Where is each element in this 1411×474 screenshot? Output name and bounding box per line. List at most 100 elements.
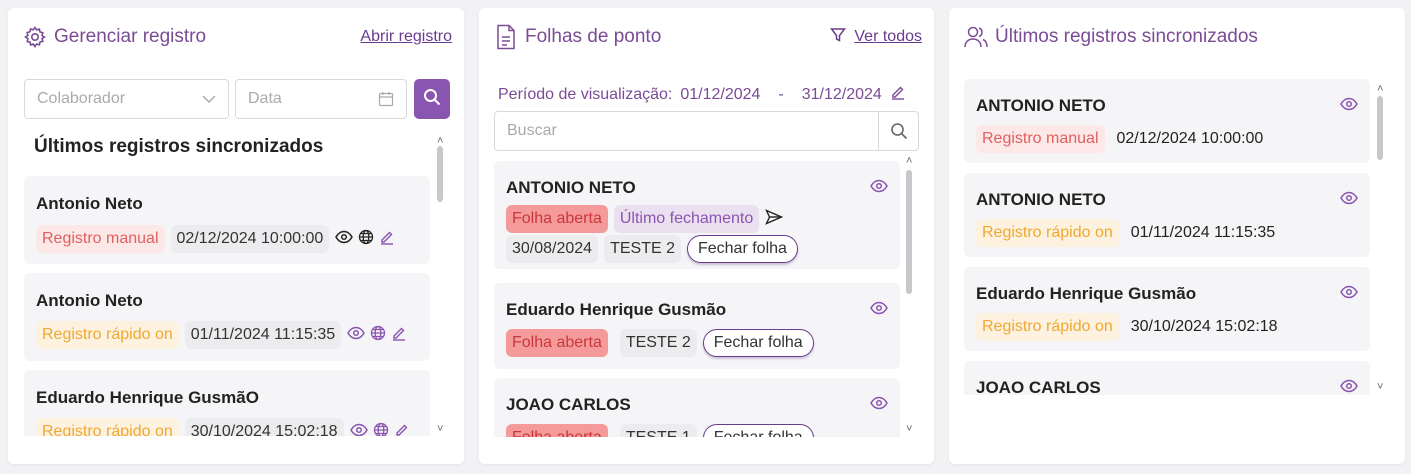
edit-icon[interactable] [391,325,407,346]
synced-records-header: Últimos registros sincronizados [963,22,1393,52]
record-type-badge: Registro rápido on [976,313,1119,341]
scroll-up-arrow[interactable]: ˄ [1377,84,1383,95]
edit-icon[interactable] [394,422,410,436]
list-item[interactable]: Antonio Neto Registro manual 02/12/2024 … [24,176,430,264]
status-badge: Folha aberta [506,329,608,357]
eye-icon[interactable] [1340,379,1358,395]
search-icon [423,88,441,111]
record-name: ANTONIO NETO [976,96,1106,115]
list-item[interactable]: Eduardo Henrique Gusmão Folha aberta TES… [494,283,900,369]
eye-icon[interactable] [870,396,888,415]
colaborador-placeholder: Colaborador [37,90,126,107]
timesheets-header: Folhas de ponto Ver todos [493,22,922,52]
section-title: Últimos registros sincronizados [34,136,324,157]
panel-title: Últimos registros sincronizados [995,26,1258,47]
record-name: ANTONIO NETO [976,190,1106,209]
record-datetime: 01/11/2024 11:15:35 [184,321,342,349]
filter-icon [830,27,847,48]
eye-icon[interactable] [335,230,354,249]
list-item[interactable]: JOAO CARLOS Folha aberta TESTE 1 Fechar … [494,378,900,437]
status-badge: Folha aberta [506,205,608,233]
calendar-icon [378,91,394,107]
eye-icon[interactable] [349,423,368,437]
scroll-up-arrow[interactable]: ˄ [437,136,443,147]
eye-icon[interactable] [870,179,888,198]
chevron-down-icon [202,94,216,104]
last-closing-badge: Último fechamento [613,205,760,233]
record-name: Eduardo Henrique Gusmão [976,284,1197,303]
employee-name: ANTONIO NETO [506,178,636,197]
search-placeholder: Buscar [507,122,557,139]
search-button[interactable] [414,79,450,119]
colaborador-select[interactable]: Colaborador [24,79,229,119]
employee-name: JOAO CARLOS [506,395,631,414]
edit-period-icon[interactable] [890,84,906,105]
manage-record-panel: Gerenciar registro Abrir registro Colabo… [8,8,464,464]
scroll-down-arrow[interactable]: ˅ [437,424,443,435]
record-type-badge: Registro rápido on [36,321,179,349]
search-icon[interactable] [878,112,918,150]
list-item[interactable]: JOAO CARLOS [964,361,1370,395]
scroll-down-arrow[interactable]: ˅ [906,424,912,435]
last-closing-date: 30/08/2024 [506,235,599,263]
period-start: 01/12/2024 [680,85,761,103]
users-icon [963,24,989,50]
scrollbar-thumb[interactable] [906,170,912,294]
record-name: Eduardo Henrique GusmãO [36,388,259,407]
eye-icon[interactable] [347,326,366,345]
globe-icon[interactable] [358,229,374,250]
eye-icon[interactable] [1340,191,1358,210]
gear-icon [22,24,48,50]
record-datetime: 30/10/2024 15:02:18 [1130,318,1278,335]
period-label: Período de visualização: [498,85,673,103]
status-badge: Folha aberta [506,424,608,437]
panel-title: Folhas de ponto [525,26,662,47]
date-placeholder: Data [248,90,282,107]
date-field[interactable]: Data [235,79,407,119]
record-datetime: 02/12/2024 10:00:00 [170,225,330,253]
record-type-badge: Registro rápido on [36,418,179,436]
list-item[interactable]: ANTONIO NETO Registro manual 02/12/2024 … [964,79,1370,163]
eye-icon[interactable] [1340,97,1358,116]
eye-icon[interactable] [1340,285,1358,304]
group-badge: TESTE 2 [619,329,697,357]
timesheet-list[interactable]: ANTONIO NETO Folha aberta Último fechame… [494,161,900,437]
list-item[interactable]: ANTONIO NETO Registro rápido on 01/11/20… [964,173,1370,257]
group-badge: TESTE 2 [604,235,681,263]
document-icon [493,24,519,50]
synced-record-list[interactable]: ANTONIO NETO Registro manual 02/12/2024 … [964,79,1370,395]
record-datetime: 02/12/2024 10:00:00 [1116,130,1264,147]
search-input[interactable]: Buscar [494,111,919,151]
period-end: 31/12/2024 [801,85,882,103]
record-datetime: 30/10/2024 15:02:18 [184,418,344,436]
scrollbar-thumb[interactable] [1377,96,1383,160]
group-badge: TESTE 1 [619,424,697,437]
record-list[interactable]: Antonio Neto Registro manual 02/12/2024 … [24,176,430,436]
globe-icon[interactable] [373,422,389,436]
list-item[interactable]: Antonio Neto Registro rápido on 01/11/20… [24,273,430,361]
close-sheet-button[interactable]: Fechar folha [702,329,814,357]
scroll-up-arrow[interactable]: ˄ [906,156,912,167]
scroll-down-arrow[interactable]: ˅ [1377,382,1383,393]
list-item[interactable]: ANTONIO NETO Folha aberta Último fechame… [494,161,900,269]
list-item[interactable]: Eduardo Henrique Gusmão Registro rápido … [964,267,1370,351]
record-type-badge: Registro rápido on [976,219,1119,247]
close-sheet-button[interactable]: Fechar folha [686,235,798,263]
scrollbar-thumb[interactable] [437,146,443,202]
record-name: JOAO CARLOS [976,378,1101,395]
manage-record-header: Gerenciar registro Abrir registro [22,22,452,52]
record-type-badge: Registro manual [36,225,165,253]
employee-name: Eduardo Henrique Gusmão [506,300,727,319]
list-item[interactable]: Eduardo Henrique GusmãO Registro rápido … [24,370,430,436]
open-record-link[interactable]: Abrir registro [360,28,452,46]
panel-title: Gerenciar registro [54,26,207,47]
close-sheet-button[interactable]: Fechar folha [702,424,814,437]
record-type-badge: Registro manual [976,125,1105,153]
timesheets-panel: Folhas de ponto Ver todos Período de vis… [479,8,934,464]
record-name: Antonio Neto [36,194,143,213]
eye-icon[interactable] [870,301,888,320]
send-icon[interactable] [765,208,784,230]
see-all-link[interactable]: Ver todos [830,27,922,48]
globe-icon[interactable] [370,325,386,346]
edit-icon[interactable] [379,229,395,250]
